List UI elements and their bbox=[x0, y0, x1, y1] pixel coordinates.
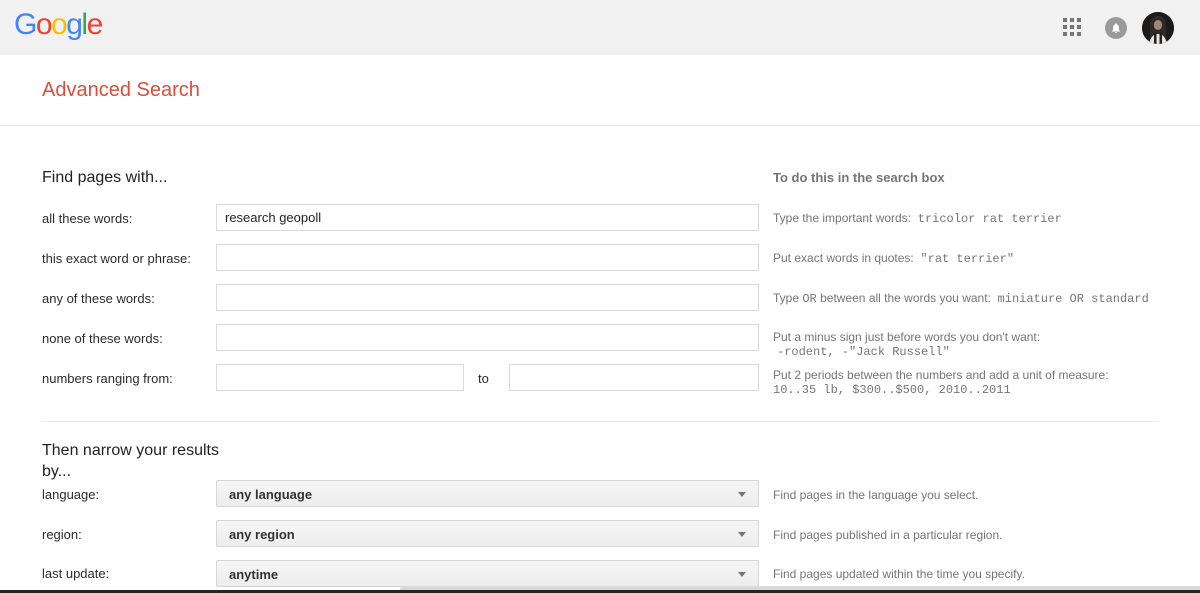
section-divider bbox=[42, 421, 1158, 422]
apps-grid-icon[interactable] bbox=[1063, 18, 1083, 38]
logo-letter: o bbox=[35, 8, 53, 41]
find-pages-heading: Find pages with... bbox=[42, 169, 168, 186]
logo-letter: g bbox=[66, 8, 83, 41]
language-label: language: bbox=[42, 487, 100, 502]
exact-phrase-input[interactable] bbox=[216, 244, 759, 271]
all-these-words-input[interactable] bbox=[216, 204, 759, 231]
last-update-label: last update: bbox=[42, 566, 110, 581]
last-update-dropdown[interactable]: anytime bbox=[216, 560, 759, 587]
language-description: Find pages in the language you select. bbox=[773, 488, 979, 502]
user-avatar[interactable] bbox=[1142, 12, 1174, 44]
chevron-down-icon bbox=[738, 492, 746, 497]
region-dropdown-value: any region bbox=[229, 527, 295, 542]
none-words-input[interactable] bbox=[216, 324, 759, 351]
logo-letter: e bbox=[86, 8, 104, 41]
numbers-ranging-label: numbers ranging from: bbox=[42, 371, 173, 386]
to-label: to bbox=[478, 371, 489, 386]
logo-letter: o bbox=[51, 8, 68, 41]
chevron-down-icon bbox=[738, 532, 746, 537]
any-words-label: any of these words: bbox=[42, 291, 155, 306]
google-top-bar: Google bbox=[0, 0, 1200, 55]
advanced-search-page: Google Advanced Search Find pages with..… bbox=[0, 0, 1200, 593]
title-bar: Advanced Search bbox=[0, 55, 1200, 126]
region-dropdown[interactable]: any region bbox=[216, 520, 759, 547]
none-words-label: none of these words: bbox=[42, 331, 163, 346]
chevron-down-icon bbox=[738, 572, 746, 577]
page-title: Advanced Search bbox=[42, 79, 200, 101]
google-logo[interactable]: Google bbox=[14, 8, 104, 42]
last-update-description: Find pages updated within the time you s… bbox=[773, 567, 1025, 581]
notification-bell-icon[interactable] bbox=[1105, 17, 1127, 39]
hint-or-between: Type OR between all the words you want: … bbox=[773, 291, 1149, 306]
hint-exact-quotes: Put exact words in quotes: "rat terrier" bbox=[773, 251, 1015, 266]
any-words-input[interactable] bbox=[216, 284, 759, 311]
narrow-results-heading: Then narrow your results by... bbox=[42, 442, 219, 480]
all-these-words-label: all these words: bbox=[42, 211, 133, 226]
exact-phrase-label: this exact word or phrase: bbox=[42, 251, 191, 266]
numbers-from-input[interactable] bbox=[216, 364, 464, 391]
hint-important-words: Type the important words: tricolor rat t… bbox=[773, 211, 1062, 226]
numbers-to-input[interactable] bbox=[509, 364, 759, 391]
language-dropdown-value: any language bbox=[229, 487, 313, 502]
hint-minus-sign: Put a minus sign just before words you d… bbox=[773, 330, 1041, 359]
region-label: region: bbox=[42, 527, 82, 542]
hint-two-periods: Put 2 periods between the numbers and ad… bbox=[773, 368, 1109, 397]
language-dropdown[interactable]: any language bbox=[216, 480, 759, 507]
logo-letter: G bbox=[14, 8, 37, 41]
search-box-hints-heading: To do this in the search box bbox=[773, 170, 945, 185]
last-update-dropdown-value: anytime bbox=[229, 567, 279, 582]
region-description: Find pages published in a particular reg… bbox=[773, 528, 1003, 542]
